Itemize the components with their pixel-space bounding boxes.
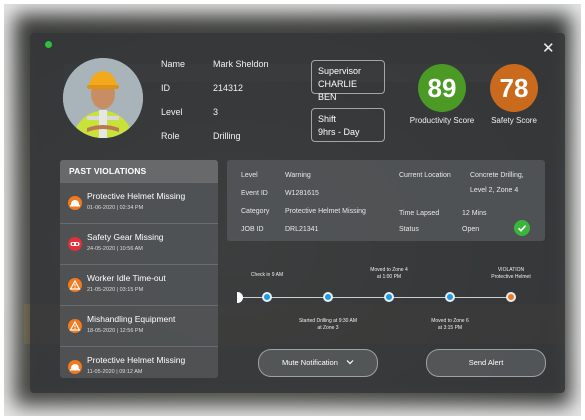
mute-notification-button[interactable]: Mute Notification [258, 349, 378, 377]
status-label: Status [399, 226, 419, 233]
helmet-icon [68, 196, 82, 210]
job-id-label: JOB ID [241, 226, 264, 233]
job-id-value: DRL21341 [285, 226, 319, 233]
violation-date: 01-06-2020 | 02:34 PM [87, 205, 144, 211]
close-icon[interactable]: ✕ [542, 41, 555, 56]
violation-title: Worker Idle Time-out [87, 273, 166, 283]
online-status-dot [45, 41, 52, 48]
category-label: Category [241, 208, 270, 215]
send-alert-button[interactable]: Send Alert [426, 349, 546, 377]
supervisor-label: Supervisor [318, 66, 362, 76]
event-id-value: W1281615 [285, 190, 319, 197]
safety-score-label: Safety Score [491, 116, 537, 125]
incident-details-panel: Level Warning Event ID W1281615 Category… [227, 160, 545, 241]
mute-notification-label: Mute Notification [282, 358, 338, 367]
role-value: Drilling [213, 131, 241, 141]
time-lapsed-label: Time Lapsed [399, 210, 440, 217]
violation-title: Mishandling Equipment [87, 314, 176, 324]
violation-item[interactable]: Protective Helmet Missing 11-05-2020 | 0… [60, 346, 218, 378]
warning-icon [68, 278, 82, 292]
name-label: Name [161, 59, 186, 69]
supervisor-box: Supervisor CHARLIE BEN [311, 60, 385, 102]
timeline-label-checkin: Check in 9 AM [250, 272, 284, 278]
goggles-icon [68, 237, 82, 251]
violation-title: Protective Helmet Missing [87, 191, 186, 201]
timeline-label-zone4: Moved to Zone 4 at 1:00 PM [370, 267, 408, 280]
violation-date: 18-05-2020 | 12:56 PM [87, 328, 144, 334]
location-label: Current Location [399, 172, 451, 179]
category-value: Protective Helmet Missing [285, 208, 366, 215]
supervisor-value: CHARLIE BEN [318, 79, 358, 102]
status-value: Open [462, 226, 480, 233]
shift-label: Shift [318, 114, 337, 124]
name-value: Mark Sheldon [213, 59, 269, 69]
timeline-start-marker [237, 292, 243, 303]
shift-value: 9hrs - Day [318, 127, 360, 137]
violation-date: 21-05-2020 | 03:15 PM [87, 287, 144, 293]
timeline-node[interactable] [384, 292, 394, 302]
timeline-label-violation: VIOLATION Protective Helmet [491, 267, 531, 280]
time-lapsed-value: 12 Mins [462, 210, 487, 217]
worker-detail-modal: ✕ Name Mark Sheldon ID 214312 Level 3 Ro… [30, 33, 565, 393]
safety-score-circle: 78 [490, 64, 538, 112]
violation-item[interactable]: Worker Idle Time-out 21-05-2020 | 03:15 … [60, 264, 218, 305]
helmet-icon [68, 360, 82, 374]
incident-level-value: Warning [285, 172, 311, 179]
past-violations-title: PAST VIOLATIONS [60, 160, 218, 182]
timeline-node[interactable] [262, 292, 272, 302]
timeline-node[interactable] [323, 292, 333, 302]
violation-title: Protective Helmet Missing [87, 355, 186, 365]
location-value-line2: Level 2, Zone 4 [470, 187, 519, 194]
level-value: 3 [213, 107, 219, 117]
chevron-down-icon [346, 358, 354, 367]
timeline-node-violation[interactable] [506, 292, 516, 302]
violation-item[interactable]: Safety Gear Missing 24-05-2020 | 10:56 A… [60, 223, 218, 264]
event-id-label: Event ID [241, 190, 268, 197]
violation-date: 24-05-2020 | 10:56 AM [87, 246, 143, 252]
violation-item[interactable]: Mishandling Equipment 18-05-2020 | 12:56… [60, 305, 218, 346]
timeline-label-zone6: Moved to Zone 6 at 3:15 PM [431, 318, 469, 331]
role-label: Role [161, 131, 180, 141]
avatar [63, 58, 143, 138]
violation-date: 11-05-2020 | 09:12 AM [87, 369, 143, 375]
shift-box: Shift 9hrs - Day [311, 108, 385, 142]
id-label: ID [161, 83, 170, 93]
productivity-score-circle: 89 [418, 64, 466, 112]
past-violations-panel: PAST VIOLATIONS Protective Helmet Missin… [60, 160, 218, 378]
check-icon [514, 220, 530, 236]
violation-title: Safety Gear Missing [87, 232, 164, 242]
violation-item[interactable]: Protective Helmet Missing 01-06-2020 | 0… [60, 182, 218, 223]
level-label: Level [161, 107, 183, 117]
timeline-line [238, 297, 516, 298]
incident-level-label: Level [241, 172, 258, 179]
location-value-line1: Concrete Drilling, [470, 172, 524, 179]
timeline-label-drilling: Started Drilling at 9:30 AM at Zone 3 [298, 318, 358, 331]
id-value: 214312 [213, 83, 244, 93]
productivity-score-label: Productivity Score [409, 116, 475, 125]
timeline-node[interactable] [445, 292, 455, 302]
warning-icon [68, 319, 82, 333]
